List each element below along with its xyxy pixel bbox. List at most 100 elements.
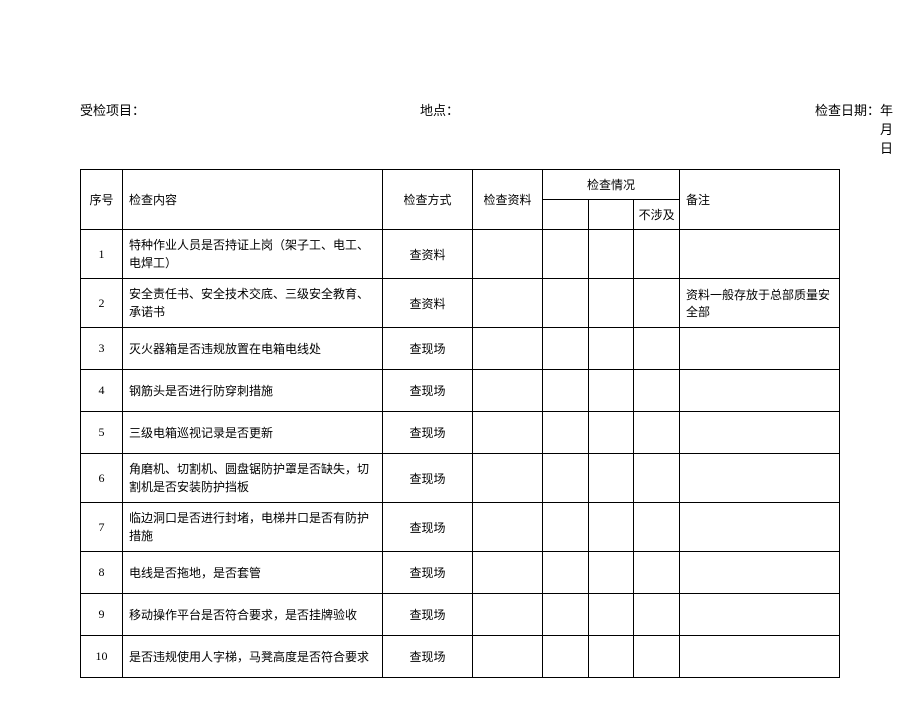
cell-situ-3 [634,454,680,503]
table-row: 5三级电箱巡视记录是否更新查现场 [81,412,840,454]
cell-situ-2 [588,370,634,412]
cell-material [473,454,543,503]
cell-seq: 3 [81,328,123,370]
cell-remark [680,636,840,678]
cell-remark [680,412,840,454]
cell-method: 查现场 [383,412,473,454]
project-label: 受检项目： [80,100,420,157]
table-row: 2安全责任书、安全技术交底、三级安全教育、承诺书查资料 资料一般存放于总部质量安全… [81,279,840,328]
col-method: 检查方式 [383,170,473,230]
cell-situ-1 [543,552,589,594]
cell-method: 查现场 [383,328,473,370]
table-row: 1特种作业人员是否持证上岗（架子工、电工、电焊工）查资料 [81,230,840,279]
col-situation-sub3: 不涉及 [634,200,680,230]
cell-situ-3 [634,230,680,279]
cell-situ-1 [543,503,589,552]
cell-content: 是否违规使用人字梯，马凳高度是否符合要求 [123,636,383,678]
col-situation-sub1 [543,200,589,230]
col-content: 检查内容 [123,170,383,230]
location-label: 地点： [420,100,770,157]
cell-situ-2 [588,594,634,636]
date-label: 检查日期： [770,100,880,157]
table-row: 6角磨机、切割机、圆盘锯防护罩是否缺失，切割机是否安装防护挡板查现场 [81,454,840,503]
cell-method: 查现场 [383,370,473,412]
col-remark: 备注 [680,170,840,230]
cell-method: 查资料 [383,279,473,328]
cell-content: 安全责任书、安全技术交底、三级安全教育、承诺书 [123,279,383,328]
cell-situ-2 [588,328,634,370]
cell-method: 查现场 [383,503,473,552]
cell-material [473,636,543,678]
cell-seq: 10 [81,636,123,678]
cell-seq: 6 [81,454,123,503]
cell-seq: 7 [81,503,123,552]
cell-content: 钢筋头是否进行防穿刺措施 [123,370,383,412]
cell-material [473,230,543,279]
col-seq: 序号 [81,170,123,230]
table-row: 8电线是否拖地，是否套管查现场 [81,552,840,594]
cell-content: 电线是否拖地，是否套管 [123,552,383,594]
cell-situ-1 [543,279,589,328]
table-row: 10是否违规使用人字梯，马凳高度是否符合要求查现场 [81,636,840,678]
cell-situ-1 [543,412,589,454]
cell-remark [680,503,840,552]
cell-content: 移动操作平台是否符合要求，是否挂牌验收 [123,594,383,636]
cell-situ-1 [543,454,589,503]
cell-remark [680,454,840,503]
cell-situ-2 [588,454,634,503]
cell-material [473,503,543,552]
cell-content: 临边洞口是否进行封堵，电梯井口是否有防护措施 [123,503,383,552]
date-suffix: 年月日 [880,100,893,157]
cell-remark [680,594,840,636]
cell-seq: 8 [81,552,123,594]
cell-situ-2 [588,636,634,678]
cell-situ-2 [588,230,634,279]
cell-content: 三级电箱巡视记录是否更新 [123,412,383,454]
col-material: 检查资料 [473,170,543,230]
cell-material [473,328,543,370]
cell-remark [680,552,840,594]
inspection-table: 序号 检查内容 检查方式 检查资料 检查情况 备注 不涉及 1特种作业人员是否持… [80,169,840,678]
cell-situ-1 [543,636,589,678]
cell-method: 查现场 [383,636,473,678]
cell-situ-1 [543,230,589,279]
cell-seq: 2 [81,279,123,328]
cell-material [473,279,543,328]
cell-situ-3 [634,594,680,636]
cell-remark: 资料一般存放于总部质量安全部 [680,279,840,328]
table-row: 7临边洞口是否进行封堵，电梯井口是否有防护措施查现场 [81,503,840,552]
cell-situ-3 [634,279,680,328]
cell-situ-3 [634,328,680,370]
cell-method: 查资料 [383,230,473,279]
cell-method: 查现场 [383,594,473,636]
cell-material [473,552,543,594]
table-row: 3灭火器箱是否违规放置在电箱电线处查现场 [81,328,840,370]
cell-situ-1 [543,328,589,370]
cell-situ-3 [634,370,680,412]
cell-situ-2 [588,552,634,594]
form-header: 受检项目： 地点： 检查日期： 年月日 [80,100,840,157]
cell-content: 灭火器箱是否违规放置在电箱电线处 [123,328,383,370]
col-situation-sub2 [588,200,634,230]
cell-content: 特种作业人员是否持证上岗（架子工、电工、电焊工） [123,230,383,279]
cell-situ-1 [543,594,589,636]
cell-situ-2 [588,503,634,552]
cell-situ-3 [634,412,680,454]
cell-method: 查现场 [383,454,473,503]
cell-seq: 5 [81,412,123,454]
cell-seq: 9 [81,594,123,636]
cell-remark [680,328,840,370]
table-row: 9移动操作平台是否符合要求，是否挂牌验收查现场 [81,594,840,636]
cell-situ-3 [634,503,680,552]
cell-situ-2 [588,279,634,328]
cell-situ-1 [543,370,589,412]
cell-remark [680,230,840,279]
cell-seq: 1 [81,230,123,279]
cell-remark [680,370,840,412]
cell-method: 查现场 [383,552,473,594]
cell-seq: 4 [81,370,123,412]
cell-material [473,412,543,454]
cell-situ-3 [634,636,680,678]
table-row: 4钢筋头是否进行防穿刺措施查现场 [81,370,840,412]
cell-situ-3 [634,552,680,594]
